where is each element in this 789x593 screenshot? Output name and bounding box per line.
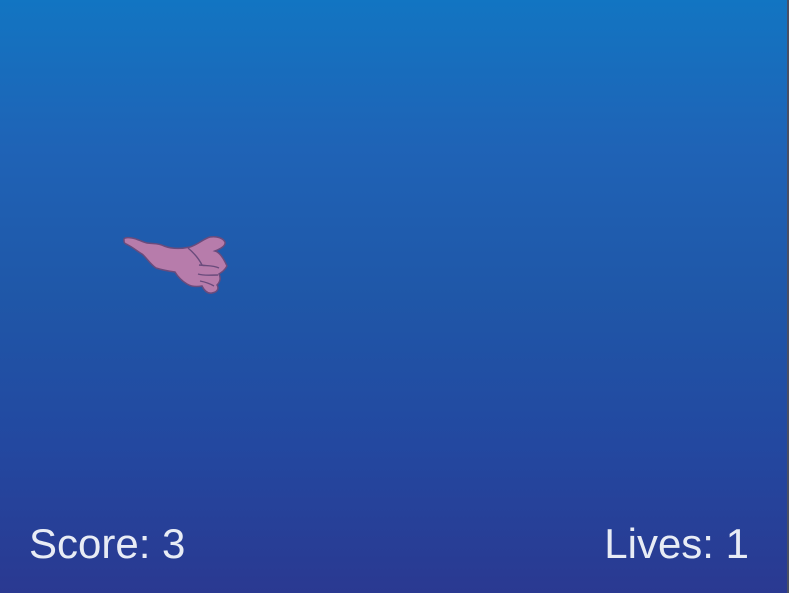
player-character <box>120 232 232 298</box>
lives-display: Lives: 1 <box>604 520 749 567</box>
score-display: Score: 3 <box>29 520 186 567</box>
game-canvas[interactable]: Score: 3 Lives: 1 <box>0 0 789 593</box>
pink-hand-character-icon <box>123 236 228 294</box>
